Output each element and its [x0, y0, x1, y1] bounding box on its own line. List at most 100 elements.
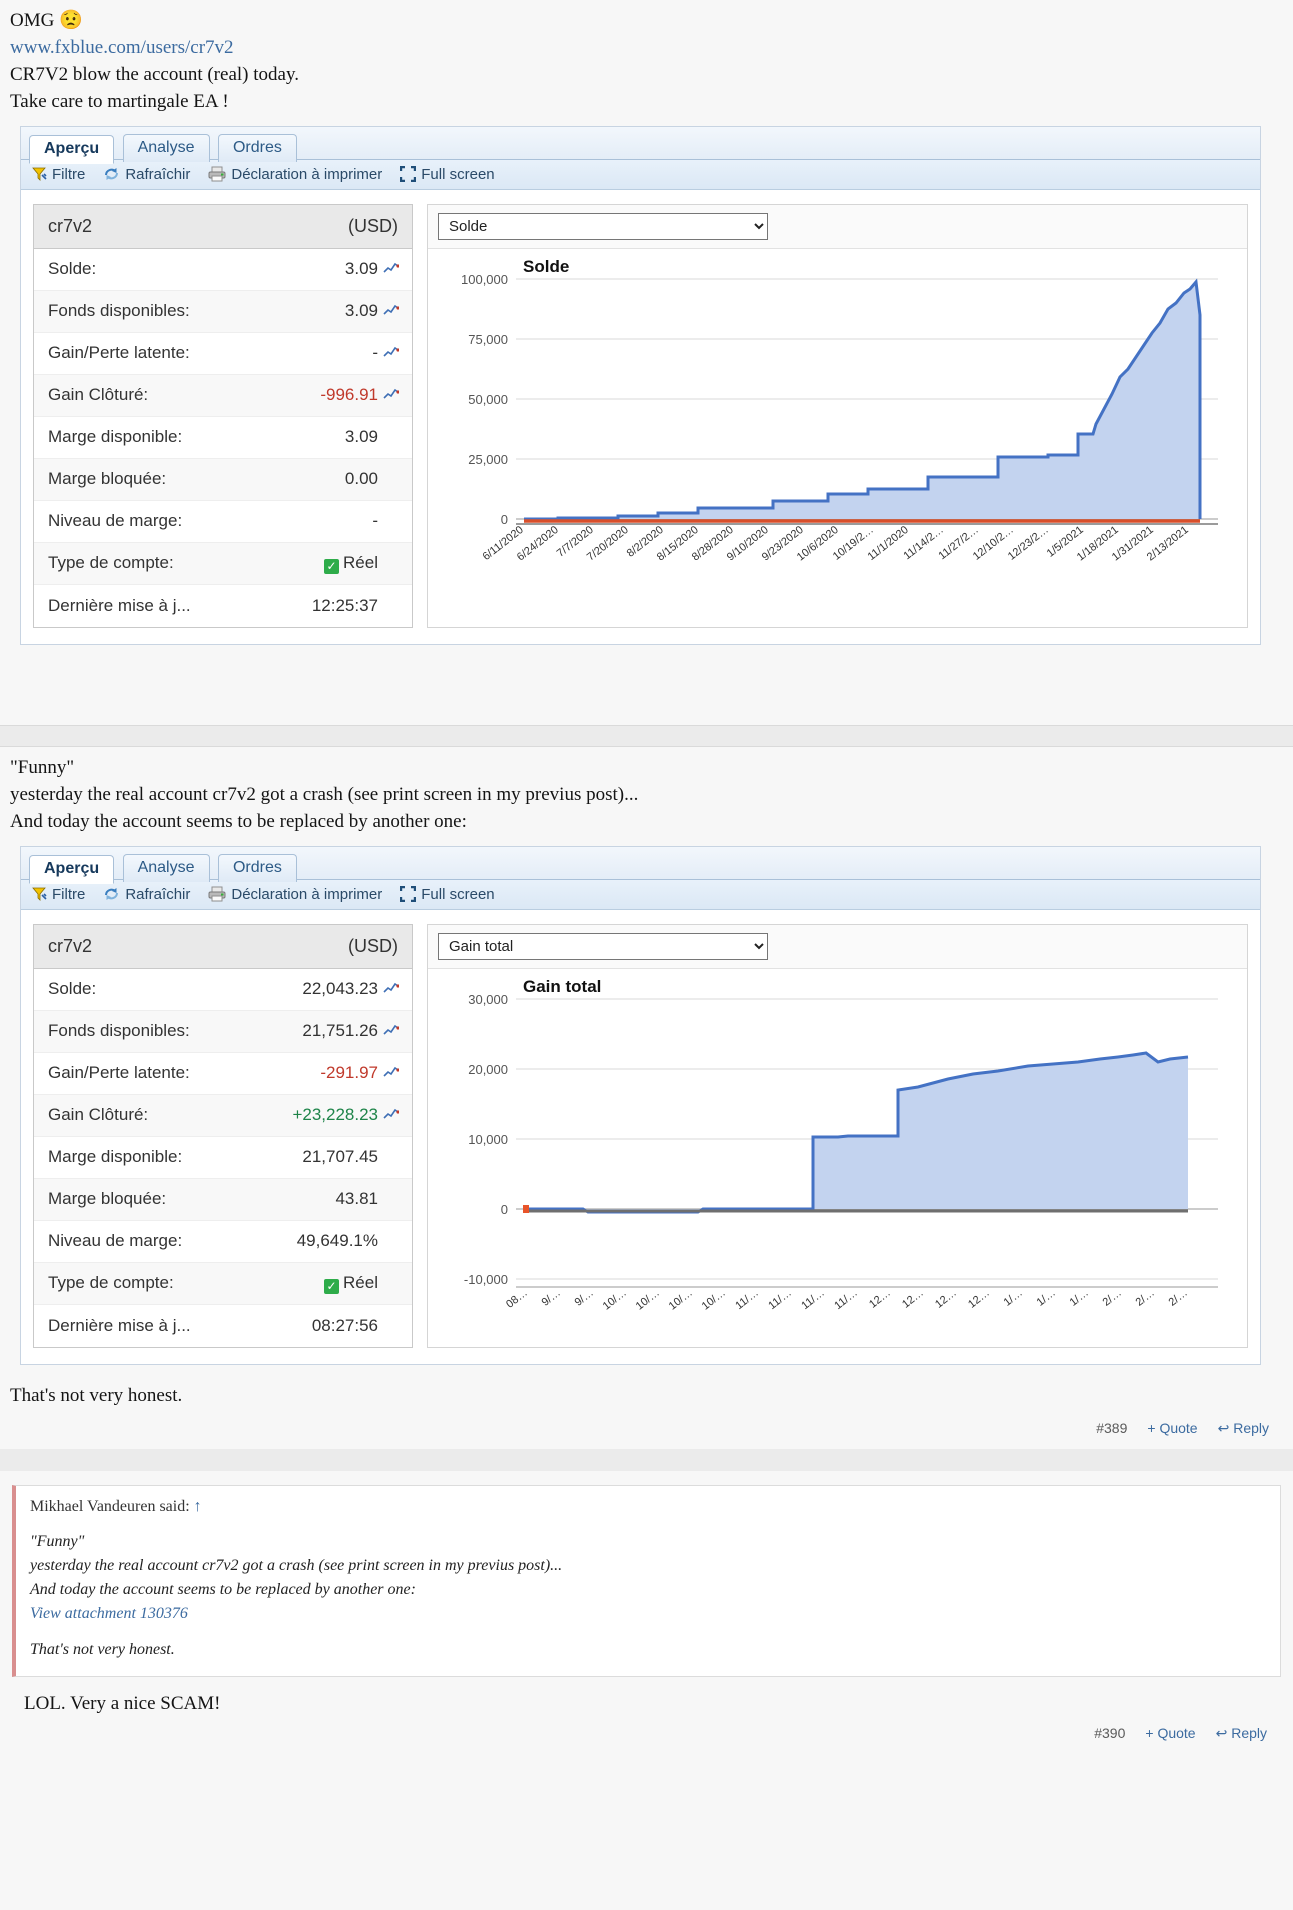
svg-text:2/…: 2/… [1167, 1287, 1190, 1309]
svg-text:11/…: 11/… [799, 1287, 826, 1312]
refresh-button-2[interactable]: Rafraîchir [103, 886, 190, 903]
svg-text:10/…: 10/… [601, 1287, 629, 1313]
chart-toolbar-1: Solde [428, 204, 1247, 249]
chart-metric-select-1[interactable]: Solde [438, 212, 768, 240]
fxblue-widget-2: Aperçu Analyse Ordres Filtre Rafraîchir [20, 845, 1261, 1365]
sparkline-icon[interactable] [378, 979, 404, 999]
tab-analyse-1[interactable]: Analyse [122, 133, 210, 162]
sparkline-icon[interactable] [378, 259, 404, 279]
chart-area-1: Solde 100,000 75,000 50,000 25,000 0 6/1… [428, 249, 1247, 579]
table-row: Marge disponible: 3.09 [34, 416, 412, 459]
funnel-icon [31, 166, 47, 182]
row-label: Solde: [48, 259, 97, 279]
filter-button-1[interactable]: Filtre [31, 166, 85, 183]
svg-text:2/…: 2/… [1101, 1287, 1124, 1309]
svg-text:0: 0 [501, 1202, 508, 1217]
svg-text:9/…: 9/… [573, 1287, 596, 1309]
svg-text:1/…: 1/… [1002, 1287, 1025, 1309]
account-type-value: Réel [343, 1272, 378, 1292]
sparkline-icon[interactable] [378, 301, 404, 321]
tab-ordres-1[interactable]: Ordres [217, 133, 297, 162]
svg-text:1/…: 1/… [1035, 1287, 1058, 1309]
sparkline-icon[interactable] [378, 1021, 404, 1041]
row-value: 49,649.1% [296, 1231, 378, 1251]
row-value: -996.91 [320, 385, 378, 405]
table-row: Type de compte: ✓ Réel [34, 542, 412, 585]
quote-line-2: yesterday the real account cr7v2 got a c… [30, 1556, 563, 1574]
row-value: 3.09 [344, 259, 378, 279]
tab-apercu-1[interactable]: Aperçu [29, 134, 115, 164]
row-label: Type de compte: [48, 553, 174, 573]
table-row: Gain Clôturé: +23,228.23 [34, 1094, 412, 1137]
quote-attachment-row: View attachment 130376 [30, 1602, 1266, 1626]
post-1-line-3: Take care to martingale EA ! [10, 90, 229, 112]
post-1: OMG 😟 www.fxblue.com/users/cr7v2 CR7V2 b… [0, 0, 1293, 645]
filter-label: Filtre [52, 885, 86, 903]
row-value: 3.09 [344, 301, 378, 321]
row-value: 21,707.45 [302, 1147, 378, 1167]
refresh-label: Rafraîchir [125, 165, 191, 183]
fullscreen-button-2[interactable]: Full screen [400, 886, 495, 903]
reply-arrow-icon: ↩ [1217, 1419, 1230, 1436]
quote-attribution: Mikhael Vandeuren said: ↑ [30, 1498, 1266, 1516]
table-row: Marge bloquée: 43.81 [34, 1178, 412, 1221]
reply-button-3[interactable]: ↩ Reply [1216, 1725, 1267, 1742]
post-2-text: "Funny" yesterday the real account cr7v2… [10, 755, 1283, 836]
svg-text:12…: 12… [867, 1287, 893, 1311]
refresh-button-1[interactable]: Rafraîchir [103, 166, 190, 183]
post-1-line-1-text: OMG [10, 10, 55, 31]
table-row: Marge bloquée: 0.00 [34, 458, 412, 501]
fxblue-profile-link[interactable]: www.fxblue.com/users/cr7v2 [10, 37, 234, 58]
reply-button-2[interactable]: ↩ Reply [1218, 1420, 1269, 1437]
tab-ordres-2[interactable]: Ordres [217, 853, 297, 882]
account-currency-1: (USD) [348, 215, 398, 236]
sparkline-icon[interactable] [378, 1105, 404, 1125]
post-1-line-1: OMG 😟 [10, 8, 1283, 35]
table-row: Type de compte: ✓ Réel [34, 1262, 412, 1305]
row-label: Gain/Perte latente: [48, 343, 190, 363]
reply-label-3: Reply [1231, 1724, 1267, 1741]
svg-text:12…: 12… [966, 1287, 992, 1311]
chart-metric-select-2[interactable]: Gain total [438, 932, 768, 960]
table-row: Marge disponible: 21,707.45 [34, 1136, 412, 1179]
filter-button-2[interactable]: Filtre [31, 886, 85, 903]
fullscreen-label: Full screen [421, 165, 495, 183]
row-value: 22,043.23 [302, 979, 378, 999]
sparkline-icon[interactable] [378, 1063, 404, 1083]
sparkline-icon[interactable] [378, 343, 404, 363]
sparkline-icon[interactable] [378, 385, 404, 405]
funnel-icon [31, 886, 47, 902]
row-label: Gain/Perte latente: [48, 1063, 190, 1083]
fullscreen-button-1[interactable]: Full screen [400, 165, 495, 183]
quote-block: Mikhael Vandeuren said: ↑ "Funny" yester… [12, 1484, 1281, 1677]
total-gain-area-chart: 30,000 20,000 10,000 0 -10,000 08… 9/… 9… [464, 992, 1218, 1313]
row-label: Marge disponible: [48, 1147, 183, 1167]
tab-apercu-2[interactable]: Aperçu [29, 854, 115, 884]
chart-panel-1: Solde Solde 100,000 75,000 50,000 25,000… [427, 203, 1248, 628]
balance-area-chart: 100,000 75,000 50,000 25,000 0 6/11/2020… [461, 272, 1218, 564]
quote-button-2[interactable]: + Quote [1147, 1420, 1197, 1437]
table-row: Fonds disponibles: 21,751.26 [34, 1010, 412, 1053]
expand-icon [400, 166, 417, 183]
svg-text:11/…: 11/… [733, 1287, 760, 1312]
print-statement-button-2[interactable]: Déclaration à imprimer [208, 886, 382, 903]
table-row: Niveau de marge: 49,649.1% [34, 1220, 412, 1263]
print-statement-button-1[interactable]: Déclaration à imprimer [208, 166, 382, 183]
table-row: Gain/Perte latente: - [34, 332, 412, 375]
x-axis-ticks: 6/11/2020 6/24/2020 7/7/2020 7/20/2020 8… [481, 524, 1191, 564]
y-axis-ticks: 30,000 20,000 10,000 0 -10,000 [464, 992, 508, 1287]
post-2-line-3: And today the account seems to be replac… [10, 810, 467, 832]
check-icon: ✓ [324, 558, 340, 574]
quote-jump-link[interactable]: ↑ [194, 1498, 202, 1515]
row-label: Marge bloquée: [48, 469, 167, 489]
account-summary-table-2: cr7v2 (USD) Solde: 22,043.23 Fonds dispo… [33, 923, 413, 1348]
chart-toolbar-2: Gain total [428, 924, 1247, 969]
account-summary-table-1: cr7v2 (USD) Solde: 3.09 Fonds disponible… [33, 203, 413, 628]
view-attachment-link[interactable]: View attachment 130376 [30, 1605, 188, 1622]
worried-face-emoji: 😟 [59, 10, 83, 31]
widget-2-toolbar: Filtre Rafraîchir Déclaration à imprimer… [21, 879, 1260, 910]
svg-text:30,000: 30,000 [468, 992, 508, 1007]
post-3-footer: #390 + Quote ↩ Reply [12, 1715, 1281, 1754]
tab-analyse-2[interactable]: Analyse [122, 853, 210, 882]
quote-button-3[interactable]: + Quote [1145, 1725, 1195, 1742]
